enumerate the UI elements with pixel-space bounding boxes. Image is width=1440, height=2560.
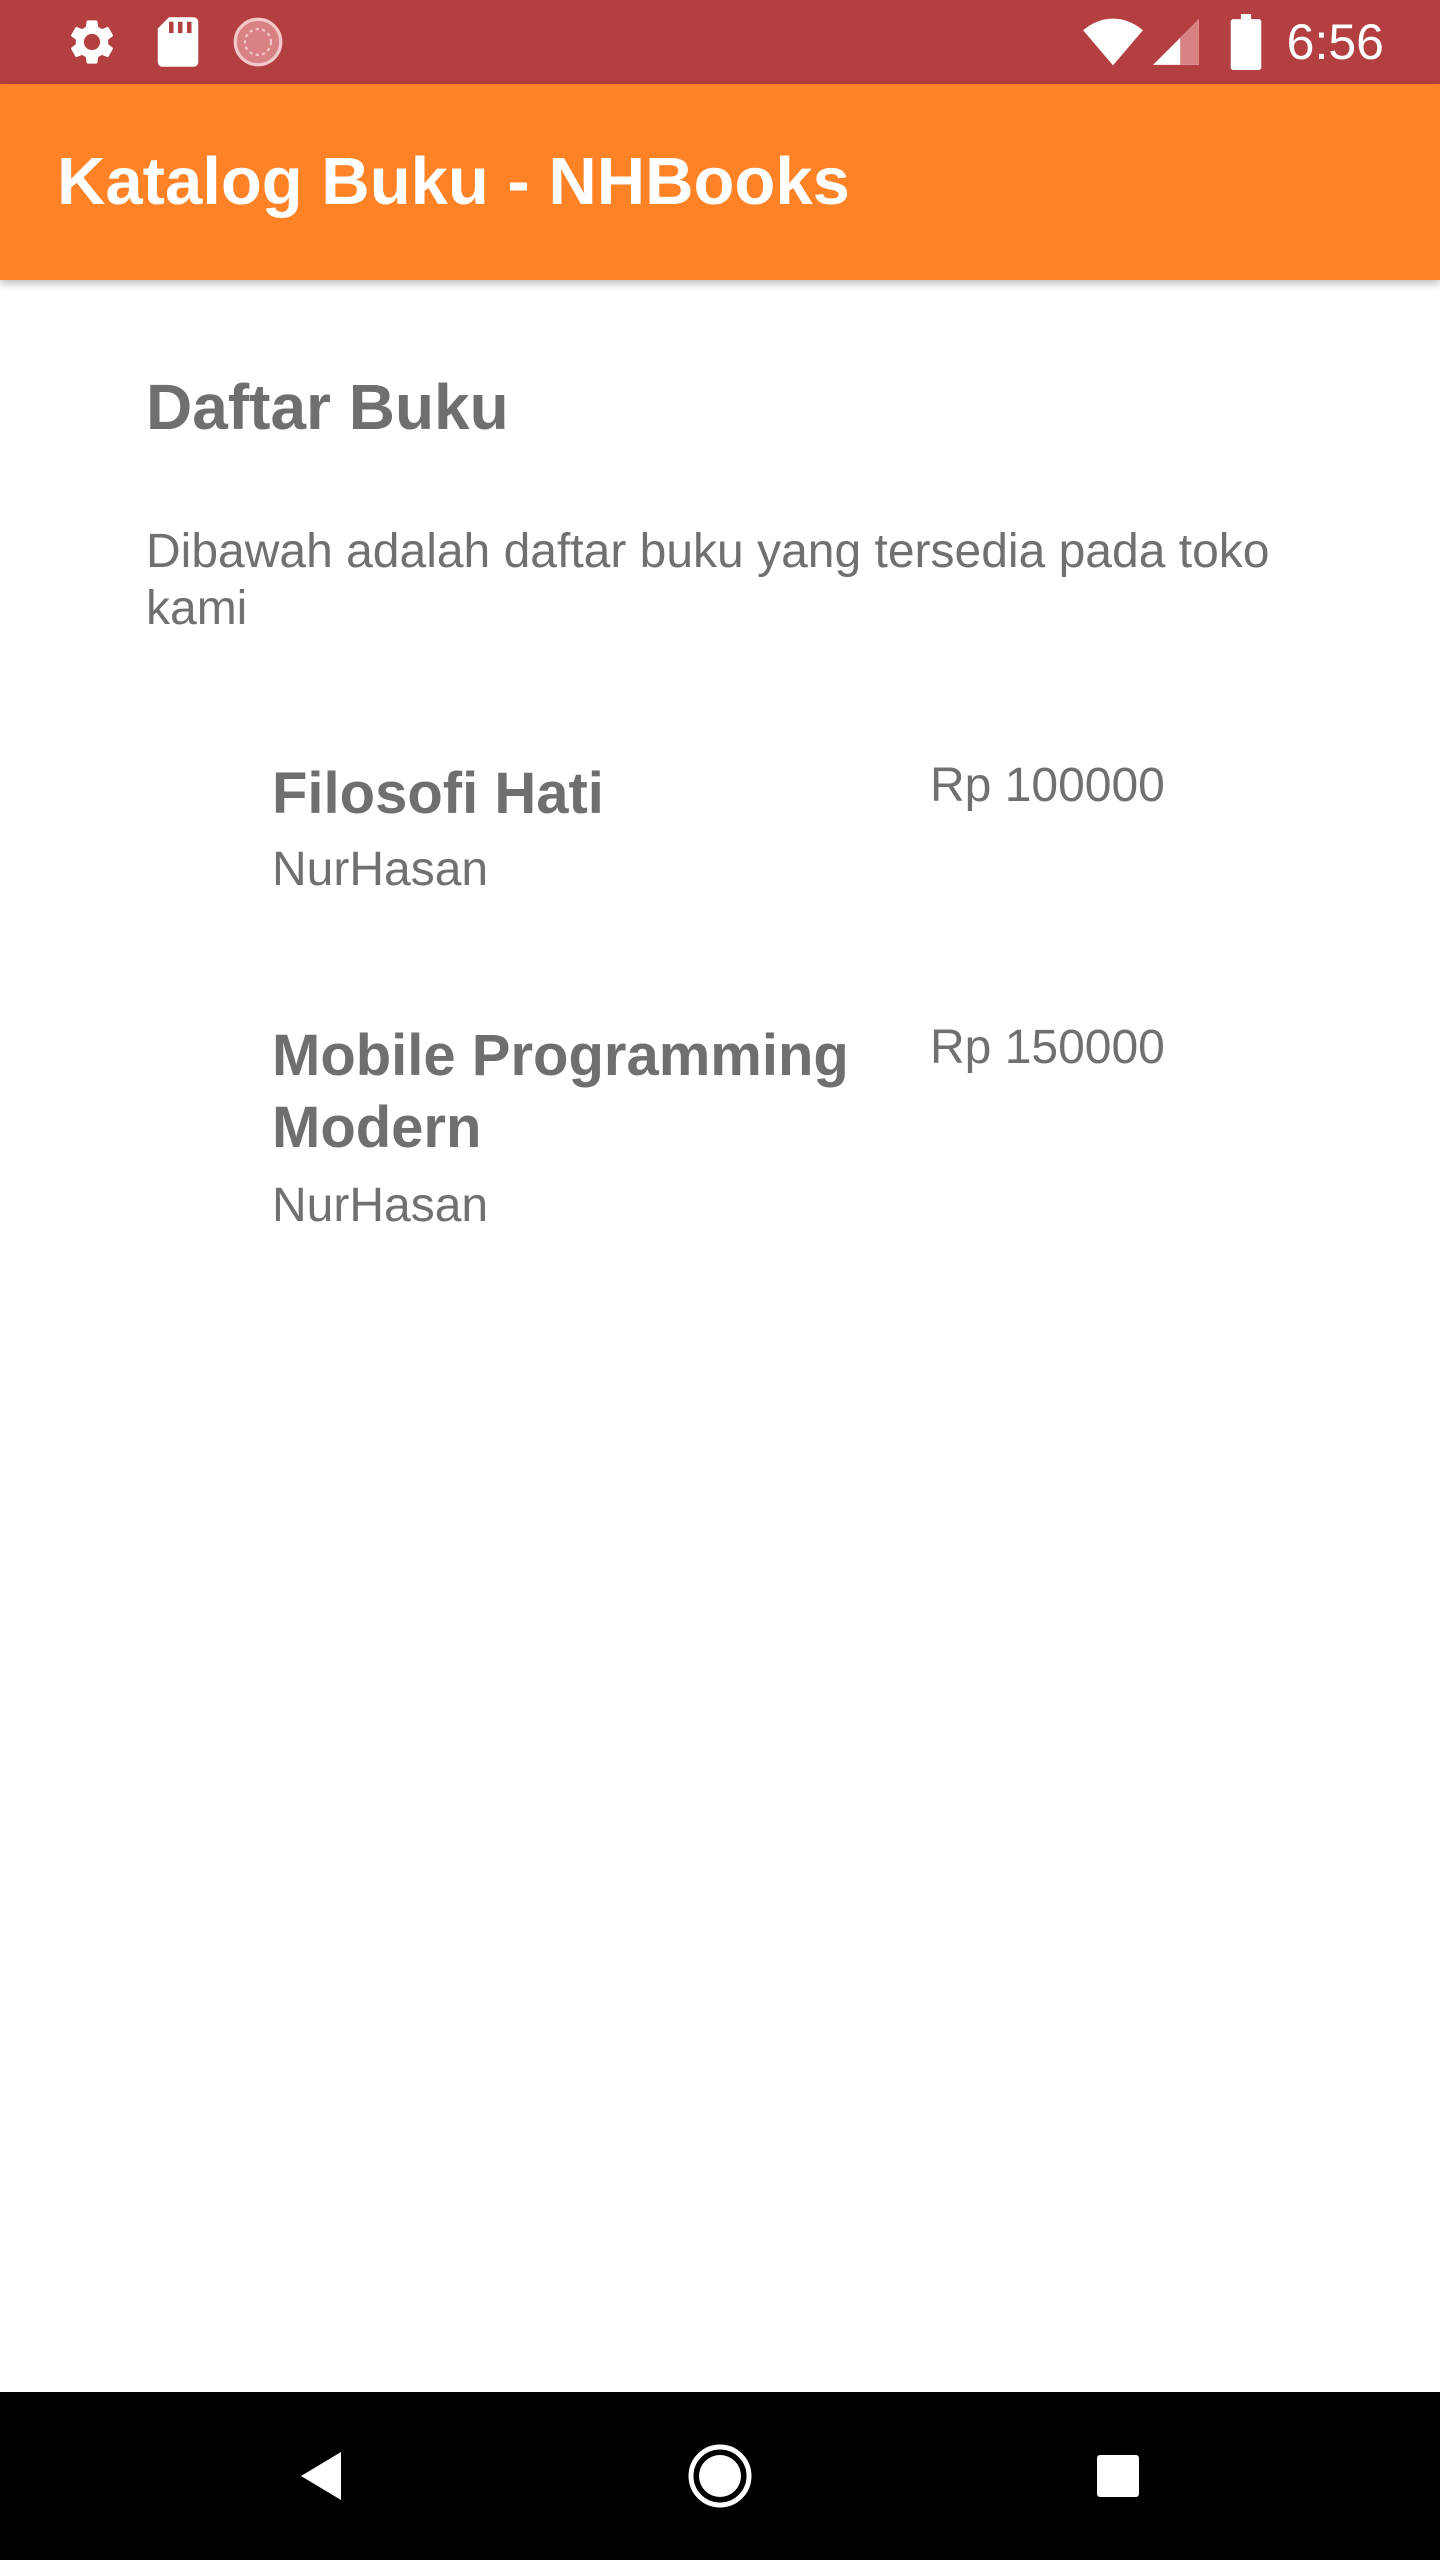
status-bar: 6:56 — [0, 0, 1440, 84]
book-author: NurHasan — [272, 1179, 489, 1232]
list-item[interactable]: Mobile Programming Modern NurHasan Rp 15… — [272, 1020, 1272, 1260]
book-title: Mobile Programming Modern — [272, 1023, 849, 1160]
recents-icon[interactable] — [1038, 2392, 1198, 2560]
book-price: Rp 100000 — [930, 759, 1165, 812]
home-icon[interactable] — [640, 2392, 800, 2560]
wifi-icon — [1078, 0, 1148, 84]
screen: 6:56 Katalog Buku - NHBooks Daftar Buku … — [0, 0, 1440, 2560]
app-bar: Katalog Buku - NHBooks — [0, 84, 1440, 280]
book-author: NurHasan — [272, 843, 489, 896]
main-content: Daftar Buku Dibawah adalah daftar buku y… — [0, 280, 1440, 2392]
sd-card-icon — [148, 0, 208, 84]
list-item[interactable]: Filosofi Hati NurHasan Rp 100000 — [272, 758, 1272, 918]
status-time: 6:56 — [1286, 14, 1384, 70]
page-title: Daftar Buku — [146, 371, 509, 443]
navigation-bar — [0, 2392, 1440, 2560]
back-icon[interactable] — [241, 2392, 401, 2560]
battery-icon — [1222, 0, 1270, 84]
loading-circle-icon — [228, 0, 288, 84]
signal-icon — [1148, 0, 1204, 84]
book-price: Rp 150000 — [930, 1021, 1165, 1074]
book-title: Filosofi Hati — [272, 761, 604, 826]
gear-icon — [62, 0, 122, 84]
page-description: Dibawah adalah daftar buku yang tersedia… — [146, 525, 1270, 635]
app-title: Katalog Buku - NHBooks — [57, 144, 850, 219]
